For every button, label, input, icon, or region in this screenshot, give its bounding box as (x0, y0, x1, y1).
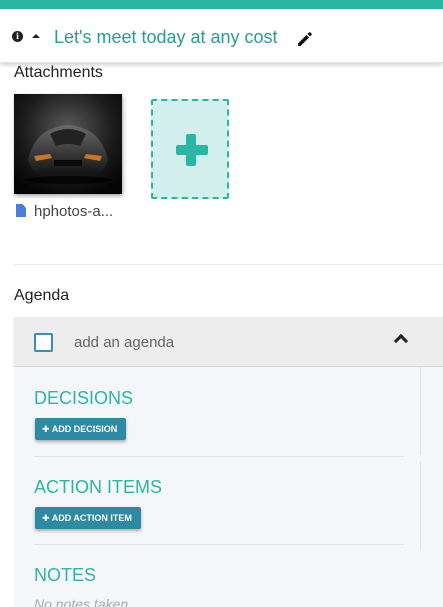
chevron-up-icon[interactable] (393, 333, 409, 349)
decisions-separator (34, 456, 404, 457)
panel-divider (420, 367, 421, 455)
decisions-heading: DECISIONS (34, 388, 134, 408)
section-divider (14, 264, 443, 265)
agenda-checkbox[interactable] (34, 333, 53, 352)
panel-divider (420, 461, 421, 549)
action-items-separator (34, 544, 404, 545)
file-icon (16, 204, 26, 217)
agenda-heading: Agenda (14, 287, 70, 304)
agenda-item-row[interactable]: add an agenda (14, 317, 443, 367)
notes-empty-text: No notes taken (34, 596, 129, 607)
meeting-title[interactable]: Let's meet today at any cost (54, 27, 278, 48)
car-image (14, 94, 122, 194)
add-action-item-button[interactable]: ✚ ADD ACTION ITEM (35, 507, 141, 529)
caret-up-icon[interactable] (32, 34, 40, 38)
attachments-heading: Attachments (14, 64, 103, 81)
add-decision-button[interactable]: ✚ ADD DECISION (35, 418, 127, 440)
agenda-input[interactable]: add an agenda (74, 334, 174, 351)
info-icon[interactable]: i (12, 31, 23, 42)
attachment-thumbnail[interactable] (14, 94, 122, 194)
agenda-details-panel: DECISIONS ✚ ADD DECISION ACTION ITEMS ✚ … (14, 367, 443, 607)
notes-heading: NOTES (34, 565, 97, 585)
action-items-heading: ACTION ITEMS (34, 477, 163, 497)
attachment-file-name[interactable]: hphotos-a... (16, 203, 113, 220)
top-accent-bar (0, 0, 443, 9)
meeting-header: i Let's meet today at any cost (0, 9, 443, 63)
pencil-icon[interactable] (296, 30, 314, 48)
add-attachment-button[interactable] (151, 99, 229, 199)
